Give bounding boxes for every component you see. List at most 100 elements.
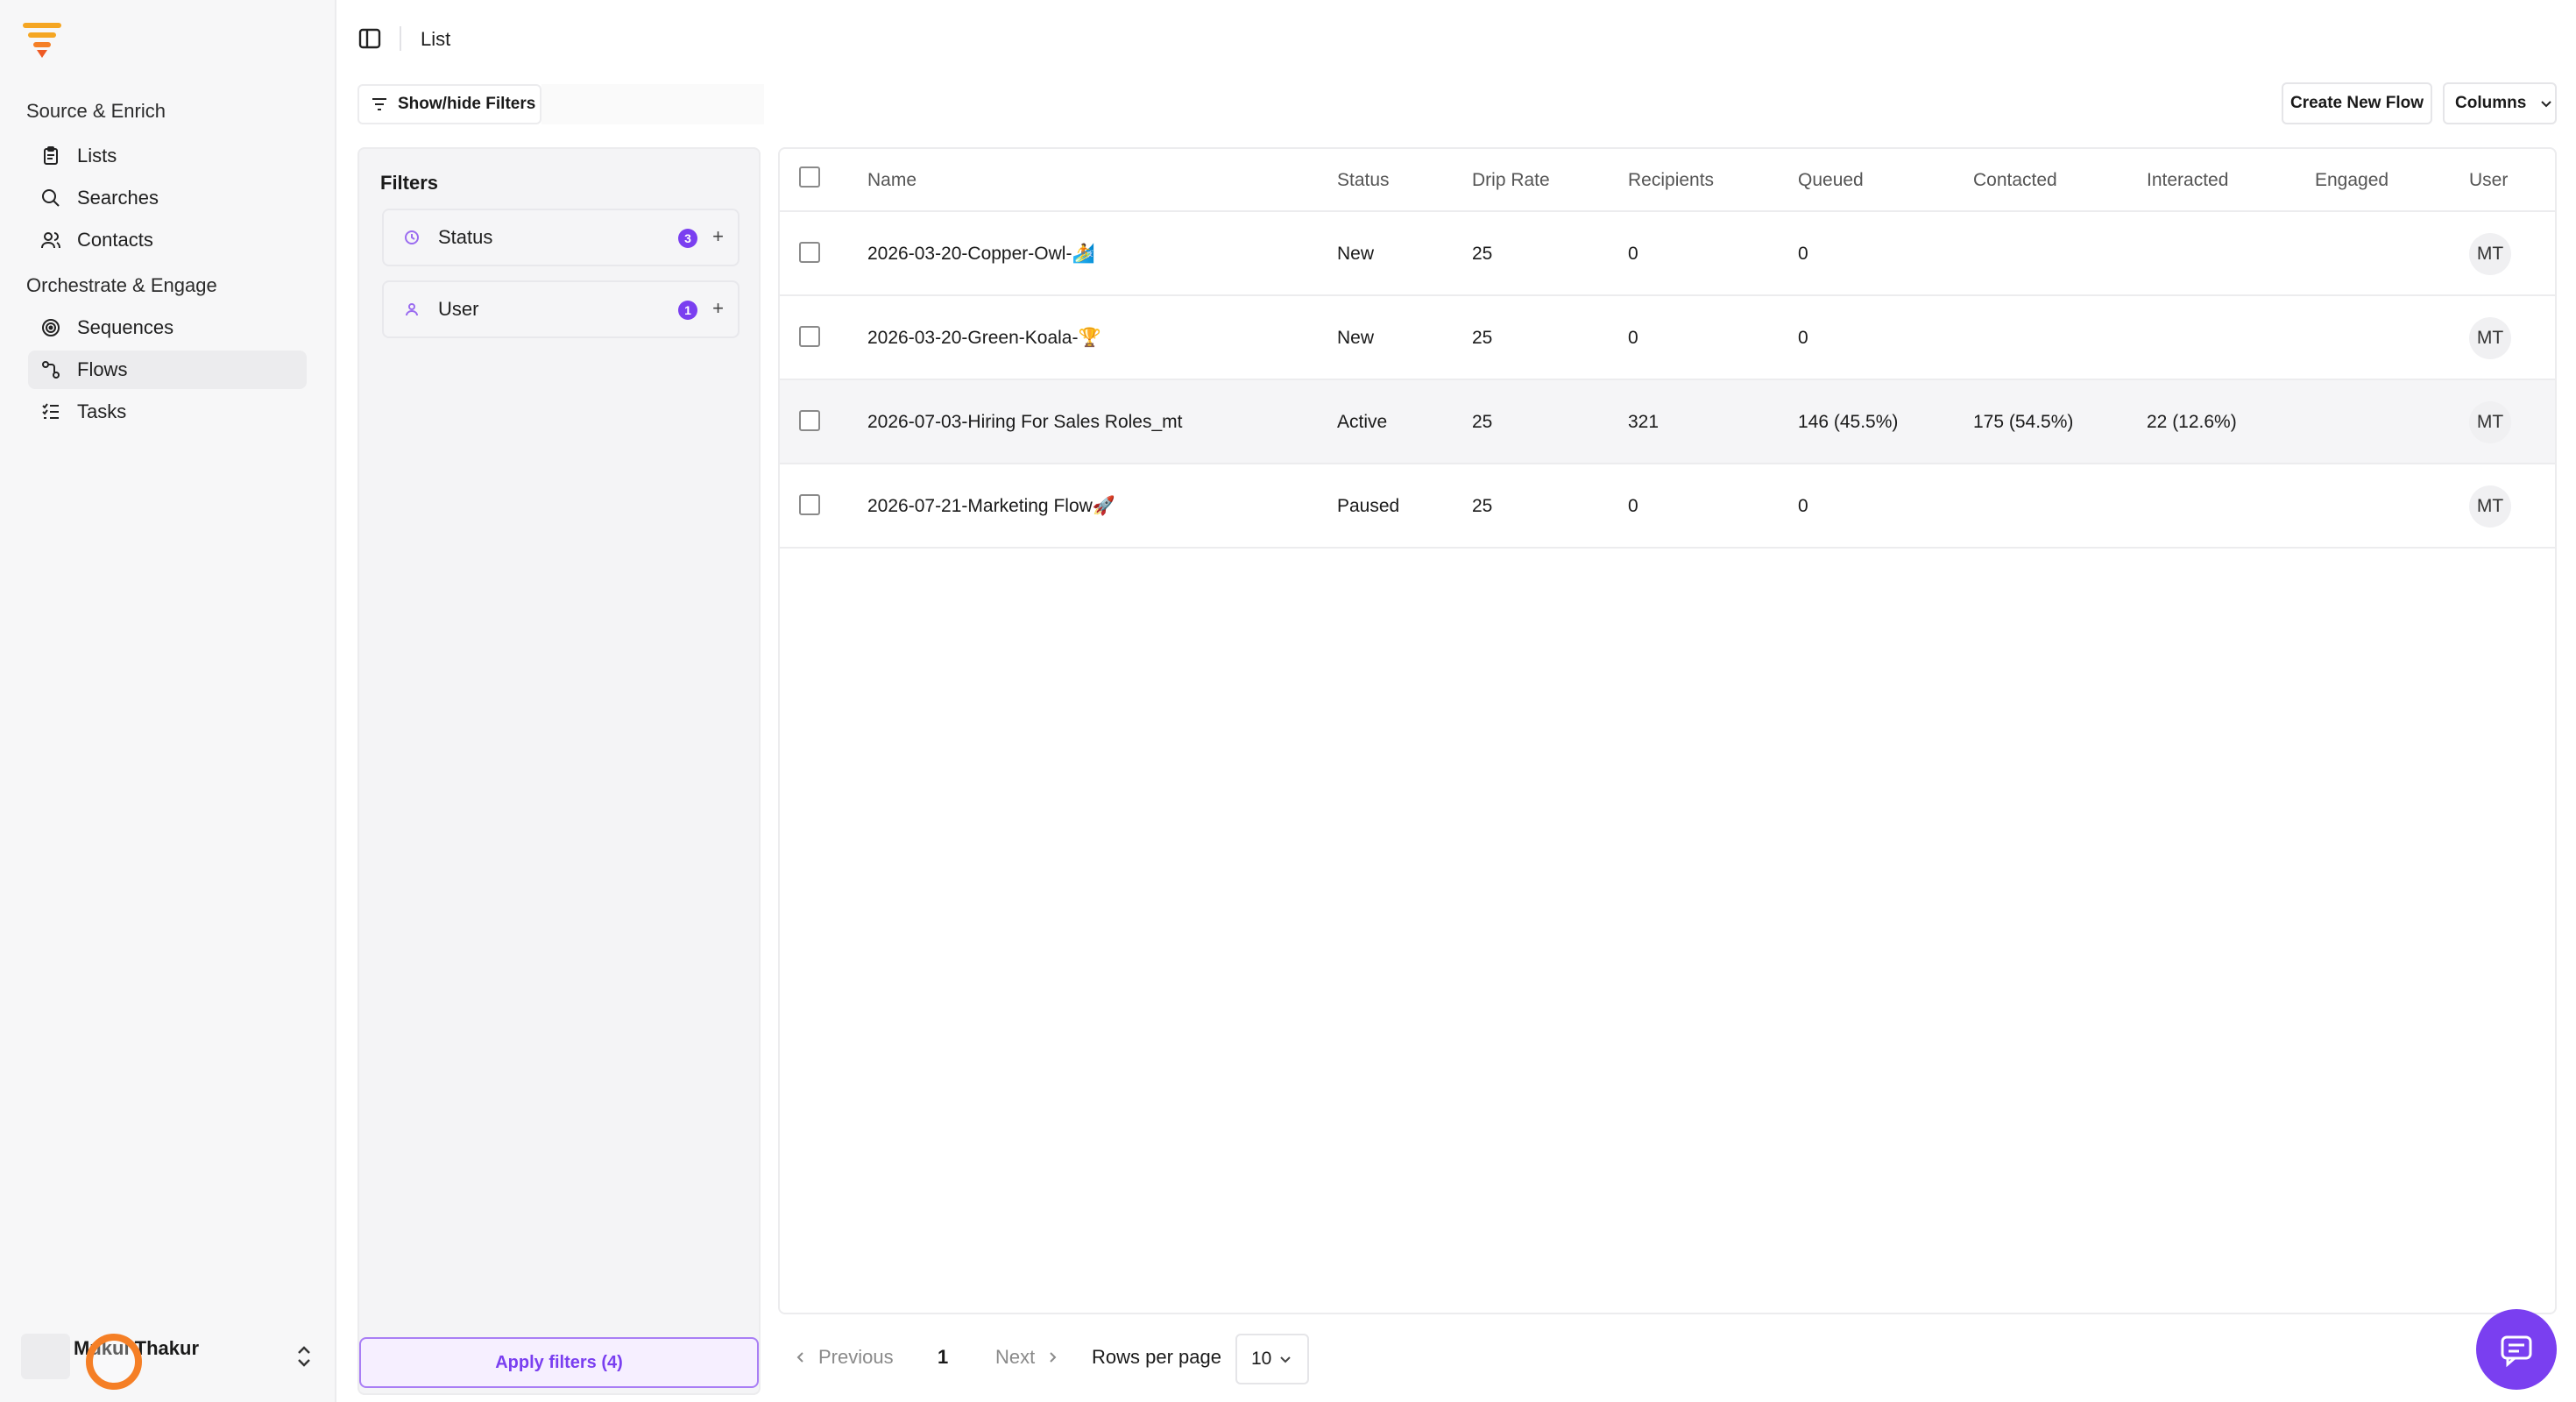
row-checkbox[interactable]: [799, 494, 820, 515]
column-header-user[interactable]: User: [2469, 170, 2508, 191]
sidebar-item-tasks[interactable]: Tasks: [28, 393, 307, 431]
sidebar-item-label: Flows: [77, 358, 128, 380]
plus-icon[interactable]: +: [712, 297, 724, 320]
flow-drip-rate: 25: [1472, 412, 1493, 432]
create-new-flow-button[interactable]: Create New Flow: [2282, 82, 2432, 124]
plus-icon[interactable]: +: [712, 225, 724, 248]
filter-count-badge: 3: [678, 229, 697, 248]
user-menu[interactable]: Mukul Thakur: [21, 1330, 315, 1383]
chat-icon: [2501, 1335, 2532, 1368]
previous-page-button[interactable]: Previous: [794, 1346, 894, 1369]
filters-panel: Filters Status 3 + User 1 + Apply filter…: [357, 147, 761, 1395]
avatar: MT: [2469, 317, 2511, 359]
column-header-contacted[interactable]: Contacted: [1973, 170, 2057, 191]
nav-group-orchestrate-engage: Orchestrate & Engage: [26, 274, 217, 296]
sidebar-item-lists[interactable]: Lists: [28, 137, 307, 175]
chevron-down-icon: [2541, 101, 2551, 108]
page-number[interactable]: 1: [938, 1346, 948, 1369]
flow-drip-rate: 25: [1472, 496, 1493, 516]
flow-status: Active: [1337, 412, 1388, 432]
users-icon: [41, 232, 60, 249]
flow-drip-rate: 25: [1472, 328, 1493, 348]
flow-recipients: 0: [1628, 244, 1638, 264]
show-hide-filters-button[interactable]: Show/hide Filters: [357, 84, 541, 124]
clipboard-icon: [44, 146, 58, 165]
avatar: MT: [2469, 485, 2511, 528]
avatar: MT: [2469, 401, 2511, 443]
chevron-down-icon: [1280, 1356, 1292, 1363]
flow-queued: 146 (45.5%): [1798, 412, 1899, 432]
filter-icon: [372, 98, 386, 110]
flow-recipients: 0: [1628, 496, 1638, 516]
previous-label: Previous: [818, 1346, 894, 1368]
flow-recipients: 0: [1628, 328, 1638, 348]
sidebar-item-sequences[interactable]: Sequences: [28, 308, 307, 347]
avatar: MT: [2469, 233, 2511, 275]
table-row[interactable]: 2026-07-03-Hiring For Sales Roles_mt Act…: [780, 380, 2555, 464]
clock-icon: [405, 230, 419, 244]
sidebar-item-label: Contacts: [77, 229, 153, 251]
rows-per-page-value: 10: [1251, 1349, 1272, 1369]
chevron-right-icon: [1050, 1352, 1057, 1363]
sidebar: Source & Enrich Lists Searches Contacts …: [0, 0, 336, 1402]
brand-logo-icon[interactable]: [21, 21, 63, 60]
flow-interacted: 22 (12.6%): [2147, 412, 2237, 432]
sidebar-toggle-icon[interactable]: [357, 26, 382, 51]
column-header-engaged[interactable]: Engaged: [2315, 170, 2388, 191]
table-header: Name Status Drip Rate Recipients Queued …: [780, 149, 2555, 212]
chat-support-button[interactable]: [2476, 1309, 2557, 1390]
column-header-queued[interactable]: Queued: [1798, 170, 1864, 191]
select-all-checkbox[interactable]: [799, 166, 820, 188]
flow-recipients: 321: [1628, 412, 1660, 432]
rows-per-page-label: Rows per page: [1092, 1346, 1221, 1368]
flow-icon: [42, 361, 60, 379]
flow-name[interactable]: 2026-03-20-Copper-Owl-🏄: [867, 244, 1095, 265]
sidebar-item-label: Tasks: [77, 400, 127, 422]
show-hide-filters-label: Show/hide Filters: [398, 95, 536, 113]
filters-title: Filters: [380, 172, 439, 194]
topbar-divider: [400, 26, 401, 51]
next-label: Next: [995, 1346, 1036, 1368]
next-page-button[interactable]: Next: [995, 1346, 1059, 1369]
apply-filters-button[interactable]: Apply filters (4): [359, 1337, 759, 1388]
table-row[interactable]: 2026-07-21-Marketing Flow🚀 Paused 25 0 0…: [780, 464, 2555, 549]
filter-status[interactable]: Status 3 +: [382, 209, 740, 266]
column-header-interacted[interactable]: Interacted: [2147, 170, 2228, 191]
flow-drip-rate: 25: [1472, 244, 1493, 264]
column-header-drip-rate[interactable]: Drip Rate: [1472, 170, 1550, 191]
row-checkbox[interactable]: [799, 410, 820, 431]
person-icon: [406, 303, 418, 316]
filter-label: Status: [438, 226, 493, 248]
filter-label: User: [438, 298, 479, 320]
target-icon: [42, 319, 60, 336]
checklist-icon: [42, 403, 59, 419]
row-checkbox[interactable]: [799, 326, 820, 347]
flow-name[interactable]: 2026-07-03-Hiring For Sales Roles_mt: [867, 412, 1183, 433]
flow-name[interactable]: 2026-07-21-Marketing Flow🚀: [867, 496, 1115, 517]
avatar: [21, 1334, 70, 1379]
flow-name[interactable]: 2026-03-20-Green-Koala-🏆: [867, 328, 1101, 349]
sidebar-item-flows[interactable]: Flows: [28, 350, 307, 389]
search-icon: [42, 189, 60, 207]
sidebar-item-label: Lists: [77, 145, 117, 166]
cursor-indicator: [86, 1334, 142, 1390]
column-header-status[interactable]: Status: [1337, 170, 1390, 191]
flow-status: New: [1337, 328, 1375, 348]
flow-contacted: 175 (54.5%): [1973, 412, 2074, 432]
columns-button[interactable]: Columns: [2443, 82, 2557, 124]
flow-queued: 0: [1798, 496, 1808, 516]
sidebar-item-searches[interactable]: Searches: [28, 179, 307, 217]
table-row[interactable]: 2026-03-20-Green-Koala-🏆 New 25 0 0 MT: [780, 296, 2555, 380]
table-row[interactable]: 2026-03-20-Copper-Owl-🏄 New 25 0 0 MT: [780, 212, 2555, 296]
flows-table: Name Status Drip Rate Recipients Queued …: [778, 147, 2557, 1314]
chevron-left-icon: [796, 1352, 803, 1363]
rows-per-page-select[interactable]: 10: [1235, 1334, 1309, 1384]
row-checkbox[interactable]: [799, 242, 820, 263]
sidebar-item-contacts[interactable]: Contacts: [28, 221, 307, 259]
sidebar-item-label: Sequences: [77, 316, 174, 338]
column-header-name[interactable]: Name: [867, 170, 916, 191]
filter-user[interactable]: User 1 +: [382, 280, 740, 338]
column-header-recipients[interactable]: Recipients: [1628, 170, 1714, 191]
sidebar-item-label: Searches: [77, 187, 159, 209]
nav-group-source-enrich: Source & Enrich: [26, 100, 166, 122]
